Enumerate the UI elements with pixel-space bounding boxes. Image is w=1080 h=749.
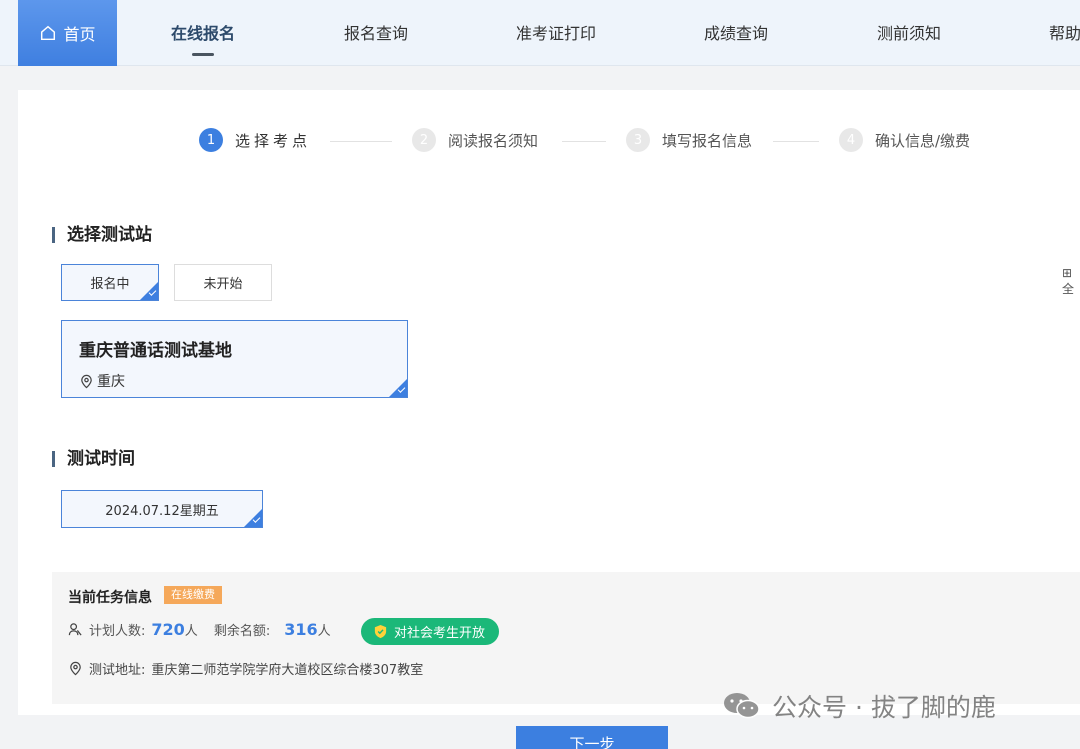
nav-register-query[interactable]: 报名查询 xyxy=(344,0,408,66)
station-section-title: 选择测试站 xyxy=(52,227,152,244)
quota-row: 计划人数: 720 人 剩余名额: 316 人 xyxy=(68,620,347,639)
plan-label: 计划人数: xyxy=(89,624,146,639)
check-corner-icon xyxy=(244,509,262,527)
watermark: 公众号 · 拔了脚的鹿 xyxy=(722,688,996,724)
time-section-title: 测试时间 xyxy=(52,451,135,468)
nav-score-query[interactable]: 成绩查询 xyxy=(704,0,768,66)
step-2: 2 阅读报名须知 xyxy=(412,128,538,152)
filter-label: 报名中 xyxy=(90,277,130,292)
shield-icon xyxy=(374,624,387,639)
test-site-card[interactable]: 重庆普通话测试基地 重庆 xyxy=(61,320,408,398)
task-info-title: 当前任务信息 xyxy=(68,590,152,606)
people-icon xyxy=(68,623,82,636)
step-number: 4 xyxy=(839,128,863,152)
task-info-panel: 当前任务信息 在线缴费 计划人数: 720 人 剩余名额: 316 人 对社会考… xyxy=(52,572,1080,704)
step-label: 填写报名信息 xyxy=(662,131,753,150)
open-to-public-label: 对社会考生开放 xyxy=(394,626,486,641)
nav-help[interactable]: 帮助 xyxy=(1049,0,1080,66)
site-name: 重庆普通话测试基地 xyxy=(79,341,232,361)
filter-not-started-button[interactable]: 未开始 xyxy=(174,264,272,301)
next-step-button[interactable]: 下一步 xyxy=(516,726,668,749)
nav-admit-card[interactable]: 准考证打印 xyxy=(516,0,596,66)
payment-badge: 在线缴费 xyxy=(164,586,222,604)
plan-value: 720 xyxy=(151,620,185,639)
filter-label: 未开始 xyxy=(203,277,243,292)
step-divider xyxy=(773,141,819,142)
site-city: 重庆 xyxy=(97,374,125,390)
step-number: 3 xyxy=(626,128,650,152)
site-location: 重庆 xyxy=(79,371,125,391)
remain-unit: 人 xyxy=(317,624,331,639)
grid-icon: ⊞ xyxy=(1062,266,1073,280)
location-pin-icon xyxy=(70,661,81,676)
step-1: 1 选择考点 xyxy=(199,128,311,152)
step-number: 2 xyxy=(412,128,436,152)
location-pin-icon xyxy=(81,374,92,388)
test-date-option[interactable]: 2024.07.12星期五 xyxy=(61,490,263,528)
test-date-label: 2024.07.12星期五 xyxy=(105,503,219,519)
address-row: 测试地址: 重庆第二师范学院学府大道校区综合楼307教室 xyxy=(68,659,423,678)
remain-value: 316 xyxy=(284,620,318,639)
check-corner-icon xyxy=(140,282,158,300)
open-to-public-badge: 对社会考生开放 xyxy=(361,618,500,645)
nav-home-label: 首页 xyxy=(63,25,96,44)
address-label: 测试地址: xyxy=(89,663,146,678)
top-nav: 首页 在线报名 报名查询 准考证打印 成绩查询 测前须知 帮助 xyxy=(0,0,1080,66)
plan-unit: 人 xyxy=(184,624,198,639)
step-label: 阅读报名须知 xyxy=(448,131,539,150)
watermark-text: 公众号 · 拔了脚的鹿 xyxy=(772,693,996,722)
step-divider xyxy=(562,141,606,142)
wechat-icon xyxy=(724,693,760,719)
remain-label: 剩余名额: xyxy=(213,624,271,639)
step-3: 3 填写报名信息 xyxy=(626,128,752,152)
nav-home[interactable]: 首页 xyxy=(18,0,117,66)
step-4: 4 确认信息/缴费 xyxy=(839,128,970,152)
check-corner-icon xyxy=(389,379,407,397)
step-divider xyxy=(330,141,392,142)
step-label: 选择考点 xyxy=(235,131,312,150)
step-number: 1 xyxy=(199,128,223,152)
step-label: 确认信息/缴费 xyxy=(875,131,971,150)
filter-registering-button[interactable]: 报名中 xyxy=(61,264,159,301)
home-icon xyxy=(41,25,56,41)
address-value: 重庆第二师范学院学府大道校区综合楼307教室 xyxy=(151,663,424,678)
grid-view-toggle[interactable]: ⊞ 全 xyxy=(1062,266,1080,297)
grid-view-label: 全 xyxy=(1062,282,1075,296)
nav-pre-test-notice[interactable]: 测前须知 xyxy=(877,0,941,66)
nav-online-register[interactable]: 在线报名 xyxy=(171,0,235,66)
